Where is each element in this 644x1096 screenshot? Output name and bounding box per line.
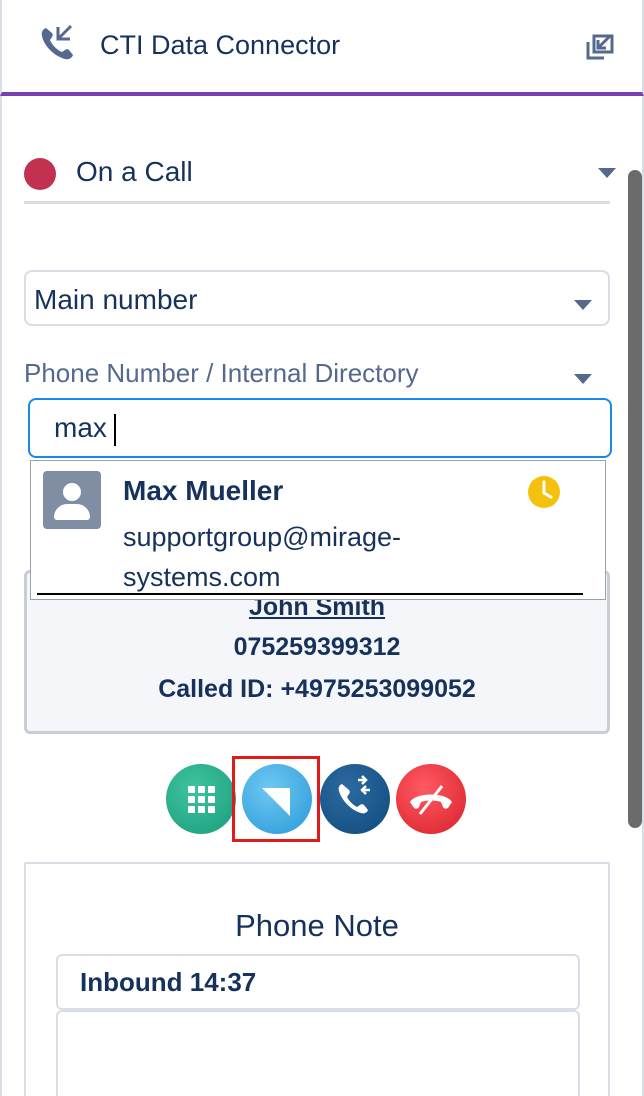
divider xyxy=(37,593,583,595)
line-select[interactable]: Main number xyxy=(24,270,610,326)
chevron-down-icon[interactable] xyxy=(574,374,592,384)
popout-icon[interactable] xyxy=(582,28,618,64)
phone-note-panel: Phone Note xyxy=(24,862,610,1096)
header: CTI Data Connector xyxy=(0,0,644,96)
status-indicator xyxy=(24,158,56,190)
person-icon xyxy=(63,483,81,501)
line-select-value: Main number xyxy=(34,284,198,315)
phone-note-title: Phone Note xyxy=(235,908,399,943)
search-results-dropdown: Max Mueller supportgroup@mirage-systems.… xyxy=(30,460,606,600)
hangup-button[interactable] xyxy=(396,764,466,834)
app-title: CTI Data Connector xyxy=(100,30,341,60)
called-id: Called ID: +4975253099052 xyxy=(158,675,476,703)
text-cursor xyxy=(114,414,116,446)
contact-name: Max Mueller xyxy=(123,475,284,506)
note-body-textarea[interactable] xyxy=(56,1010,580,1096)
hangup-icon xyxy=(410,785,452,815)
transfer-highlight xyxy=(232,756,320,842)
chevron-down-icon xyxy=(598,168,616,178)
caller-number: 075259399312 xyxy=(233,633,401,661)
chevron-down-icon xyxy=(574,300,592,310)
left-border xyxy=(0,96,2,1096)
consult-call-icon xyxy=(338,775,370,814)
dialpad-icon xyxy=(188,786,215,813)
clock-icon xyxy=(528,476,560,508)
dialpad-button[interactable] xyxy=(166,764,236,834)
consult-call-button[interactable] xyxy=(320,764,390,834)
scrollbar[interactable] xyxy=(628,170,642,828)
avatar xyxy=(43,471,101,529)
note-subject-input[interactable] xyxy=(56,954,580,1010)
phone-incoming-icon xyxy=(41,24,73,60)
contact-email: supportgroup@mirage-systems.com xyxy=(123,522,402,592)
status-label: On a Call xyxy=(76,156,193,187)
agent-status-select[interactable]: On a Call xyxy=(24,150,616,204)
directory-label: Phone Number / Internal Directory xyxy=(24,358,419,388)
